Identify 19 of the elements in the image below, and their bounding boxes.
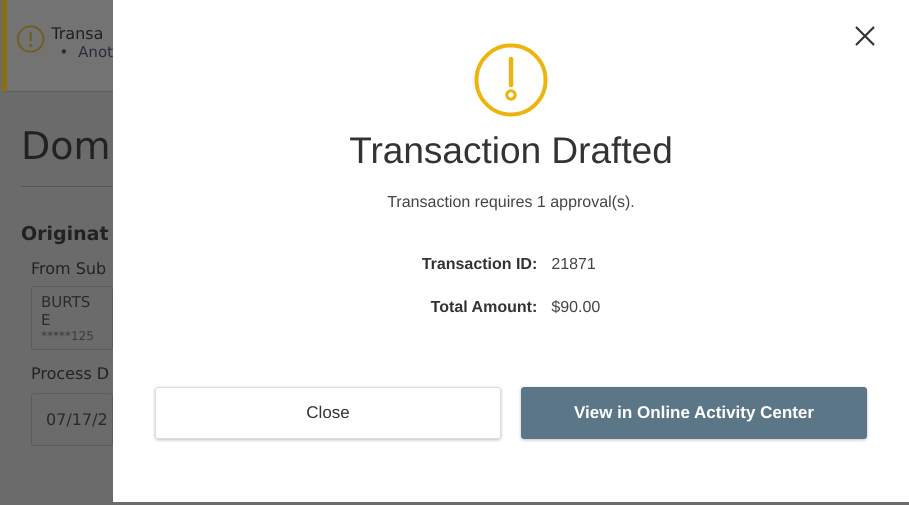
section-heading: Originat <box>21 223 110 245</box>
dialog-title: Transaction Drafted <box>349 130 673 172</box>
detail-value: 21871 <box>551 256 597 274</box>
close-button[interactable]: Close <box>155 387 501 439</box>
detail-value: $90.00 <box>551 299 600 317</box>
field-label: From Sub <box>31 259 108 278</box>
alert-message: Anot <box>78 43 113 61</box>
bullet-mark: • <box>59 43 68 61</box>
page-heading: Dom <box>21 123 112 170</box>
detail-label: Transaction ID: <box>422 256 538 274</box>
field-label: Process D <box>31 364 110 383</box>
view-button[interactable]: View in Online Activity Center <box>521 387 867 439</box>
dialog-message: Transaction requires 1 approval(s). <box>387 194 635 212</box>
date-field[interactable]: 07/17/2 <box>31 393 113 446</box>
alert-title: Transa <box>51 24 104 43</box>
warning-icon <box>16 24 46 54</box>
close-icon[interactable] <box>854 25 876 47</box>
detail-label: Total Amount: <box>430 299 538 317</box>
warning-icon <box>473 42 549 118</box>
